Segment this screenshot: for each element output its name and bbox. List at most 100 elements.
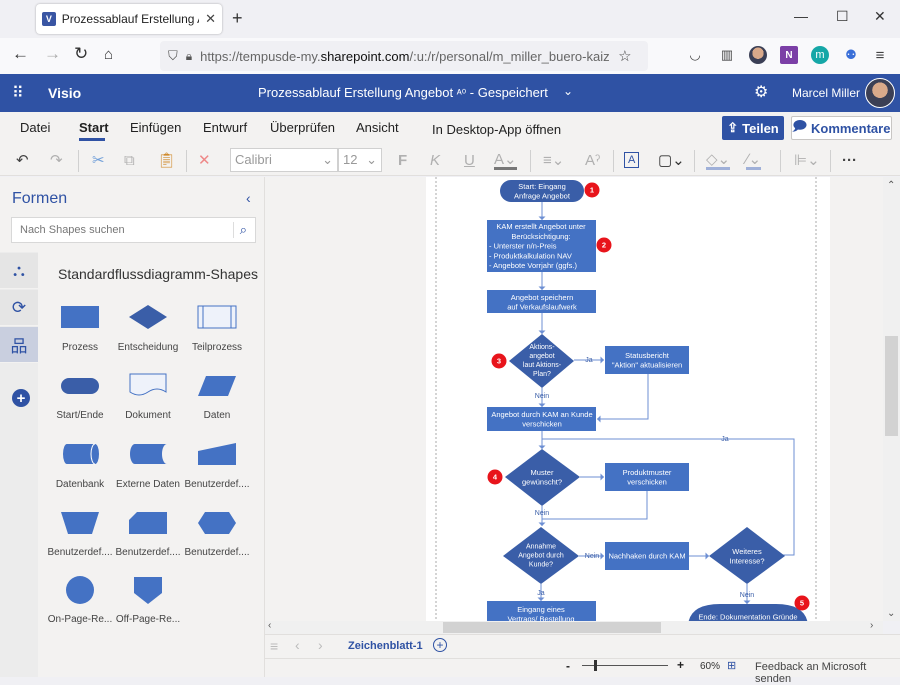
- shape-item-external-data[interactable]: Externe Daten: [113, 437, 183, 497]
- shape-style-icon[interactable]: ▢⌄: [658, 150, 685, 170]
- zoom-level[interactable]: 60%: [700, 661, 720, 672]
- flowchart-diagram[interactable]: Ja Nein Ja Nein Nein Ja Nein Start: EingangAnfr…: [426, 177, 830, 621]
- prev-sheet-icon[interactable]: ‹: [295, 637, 300, 653]
- scroll-down-icon[interactable]: ⌄: [887, 608, 895, 619]
- cut-icon[interactable]: ✂: [92, 150, 105, 170]
- shape-item-manual-operation[interactable]: Benutzerdef....: [45, 505, 115, 565]
- shape-item-subprocess[interactable]: Teilprozess: [182, 300, 252, 360]
- shape-search-input[interactable]: Nach Shapes suchen ⌕: [11, 217, 256, 243]
- sheet-list-icon[interactable]: ≡: [270, 638, 278, 654]
- url-text[interactable]: https://tempusde-my.sharepoint.com/:u:/r…: [200, 49, 610, 64]
- open-in-desktop-app-button[interactable]: In Desktop-App öffnen: [432, 122, 561, 137]
- sheet-tab[interactable]: Zeichenblatt-1: [348, 640, 423, 652]
- close-tab-icon[interactable]: ✕: [205, 11, 216, 27]
- add-stencil-icon[interactable]: +: [12, 389, 30, 407]
- undo-icon[interactable]: ↶: [16, 150, 29, 170]
- node-label: Angebot speichern: [511, 293, 574, 302]
- shape-item-off-page-reference[interactable]: Off-Page-Re...: [113, 572, 183, 632]
- shape-item-data[interactable]: Daten: [182, 368, 252, 428]
- cycle-stencil-icon[interactable]: ⟳: [0, 290, 38, 326]
- text-box-icon[interactable]: A: [624, 152, 640, 168]
- vertical-scroll-thumb[interactable]: [885, 336, 898, 436]
- tab-entwurf[interactable]: Entwurf: [203, 120, 247, 135]
- onenote-extension-icon[interactable]: N: [780, 46, 798, 64]
- next-sheet-icon[interactable]: ›: [318, 637, 323, 653]
- collapse-pane-icon[interactable]: ‹: [246, 190, 251, 206]
- share-button[interactable]: ⇪ Teilen: [722, 116, 784, 140]
- line-color-icon[interactable]: ∕⌄: [746, 150, 762, 170]
- zoom-slider-thumb[interactable]: [594, 660, 597, 671]
- scroll-up-icon[interactable]: ⌃: [887, 180, 895, 191]
- back-icon[interactable]: ←: [12, 44, 29, 64]
- fill-color-icon[interactable]: ◇⌄: [706, 150, 731, 170]
- paste-icon[interactable]: 📋︎: [157, 150, 176, 170]
- shape-item-preparation[interactable]: Benutzerdef....: [182, 505, 252, 565]
- zoom-in-button[interactable]: +: [677, 658, 684, 672]
- underline-button[interactable]: U: [464, 150, 475, 170]
- basic-shapes-icon[interactable]: ⛬: [0, 253, 38, 289]
- document-title[interactable]: Prozessablauf Erstellung Angebot ᴬ⁰ - Ge…: [258, 85, 548, 100]
- new-tab-button[interactable]: +: [232, 8, 243, 29]
- pocket-icon[interactable]: ◡: [686, 46, 704, 64]
- user-avatar[interactable]: [865, 78, 895, 108]
- app-launcher-icon[interactable]: ⠿: [12, 83, 24, 103]
- font-name-select[interactable]: Calibri ⌄: [230, 148, 338, 172]
- copy-icon[interactable]: ⧉: [124, 150, 135, 170]
- add-sheet-icon[interactable]: +: [433, 638, 447, 652]
- reader-view-icon[interactable]: ▥: [718, 46, 736, 64]
- tab-einfuegen[interactable]: Einfügen: [130, 120, 181, 135]
- delete-icon[interactable]: ✕: [198, 150, 211, 170]
- font-size-select[interactable]: 12 ⌄: [338, 148, 382, 172]
- italic-button[interactable]: K: [430, 150, 440, 170]
- drawing-canvas[interactable]: Ja Nein Ja Nein Nein Ja Nein Start: Eingang Anfr…: [265, 177, 883, 621]
- scroll-right-icon[interactable]: ›: [870, 620, 873, 631]
- font-color-icon[interactable]: A⌄: [494, 150, 517, 170]
- m-extension-icon[interactable]: m: [811, 46, 829, 64]
- horizontal-scroll-thumb[interactable]: [443, 622, 661, 633]
- flowchart-stencil-icon[interactable]: 品: [0, 327, 38, 363]
- user-name[interactable]: Marcel Miller: [792, 86, 860, 100]
- tab-datei[interactable]: Datei: [20, 120, 50, 135]
- chevron-down-icon[interactable]: ⌄: [563, 84, 573, 98]
- shape-item-card[interactable]: Benutzerdef....: [113, 505, 183, 565]
- maximize-button[interactable]: ☐: [836, 8, 849, 25]
- profile-avatar-icon[interactable]: [749, 46, 767, 64]
- font-size-increase-icon[interactable]: Aˀ: [585, 150, 600, 170]
- feedback-link[interactable]: Feedback an Microsoft senden: [755, 661, 900, 685]
- tab-ansicht[interactable]: Ansicht: [356, 120, 399, 135]
- bold-button[interactable]: F: [398, 150, 407, 170]
- comments-button[interactable]: 🗩︎ Kommentare: [791, 116, 892, 140]
- forward-icon[interactable]: →: [44, 44, 61, 64]
- drawing-page[interactable]: Ja Nein Ja Nein Nein Ja Nein Start: Eingang Anfr…: [426, 177, 830, 621]
- align-icon[interactable]: ≡⌄: [543, 150, 564, 170]
- browser-tab[interactable]: V Prozessablauf Erstellung Angebot ✕: [36, 4, 222, 34]
- tab-start[interactable]: Start: [79, 120, 109, 135]
- shape-item-terminator[interactable]: Start/Ende: [45, 368, 115, 428]
- app-name[interactable]: Visio: [48, 85, 81, 101]
- arrange-icon[interactable]: ⊫⌄: [794, 150, 820, 170]
- bookmark-star-icon[interactable]: ☆: [618, 47, 631, 65]
- shape-item-document[interactable]: Dokument: [113, 368, 183, 428]
- scroll-left-icon[interactable]: ‹: [268, 620, 271, 631]
- shape-item-on-page-reference[interactable]: On-Page-Re...: [45, 572, 115, 632]
- shape-item-manual-input[interactable]: Benutzerdef....: [182, 437, 252, 497]
- fit-to-window-icon[interactable]: ⊞: [727, 659, 736, 672]
- separator: [530, 150, 531, 172]
- settings-gear-icon[interactable]: ⚙: [754, 82, 768, 102]
- shape-item-process[interactable]: Prozess: [45, 300, 115, 360]
- shape-item-decision[interactable]: Entscheidung: [113, 300, 183, 360]
- reload-icon[interactable]: ↻: [74, 44, 88, 64]
- close-window-button[interactable]: ✕: [874, 8, 886, 25]
- redo-icon[interactable]: ↷: [50, 150, 63, 170]
- home-icon[interactable]: ⌂: [104, 46, 113, 63]
- menu-icon[interactable]: ≡: [871, 46, 889, 64]
- shape-item-database[interactable]: Datenbank: [45, 437, 115, 497]
- tab-ueberpruefen[interactable]: Überprüfen: [270, 120, 335, 135]
- more-options-icon[interactable]: ···: [842, 150, 857, 170]
- minimize-button[interactable]: —: [794, 8, 808, 24]
- search-icon[interactable]: ⌕: [232, 222, 247, 238]
- zoom-out-button[interactable]: -: [566, 659, 570, 673]
- url-bar[interactable]: ⛉ 🔒︎ https://tempusde-my.sharepoint.com/…: [160, 41, 648, 71]
- node-aktion-decision[interactable]: [509, 334, 574, 388]
- account-extension-icon[interactable]: ⚉: [842, 46, 860, 64]
